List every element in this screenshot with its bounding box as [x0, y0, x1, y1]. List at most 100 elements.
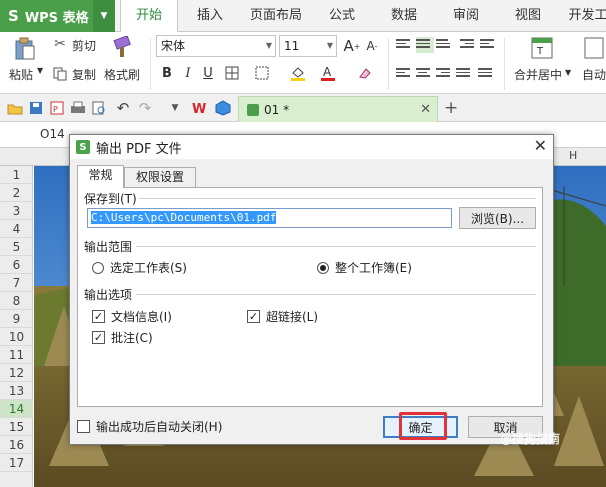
- sheet-file-icon: [247, 103, 259, 116]
- checkbox-checked[interactable]: ✓: [92, 310, 105, 323]
- paste-chevron-icon[interactable]: ▼: [37, 66, 43, 75]
- paste-icon[interactable]: [12, 36, 38, 62]
- export-pdf-icon[interactable]: P: [48, 99, 66, 117]
- add-tab-icon[interactable]: +: [444, 98, 458, 118]
- align-bottom-icon[interactable]: [436, 37, 454, 53]
- hyperlink-checkbox[interactable]: ✓ 超链接(L): [247, 308, 318, 325]
- tab-general[interactable]: 常规: [77, 165, 124, 188]
- redo-icon[interactable]: ↷: [136, 99, 154, 117]
- save-to-label: 保存到(T): [84, 190, 139, 207]
- row-number[interactable]: 3: [0, 202, 33, 220]
- row-number[interactable]: 4: [0, 220, 33, 238]
- align-top-icon[interactable]: [396, 37, 414, 53]
- close-icon[interactable]: ✕: [534, 136, 547, 155]
- clear-format-icon[interactable]: [354, 63, 374, 83]
- cell-reference[interactable]: O14: [40, 127, 65, 141]
- italic-icon[interactable]: I: [178, 63, 198, 83]
- underline-icon[interactable]: U: [198, 63, 218, 83]
- customize-chevron-icon[interactable]: ▼: [166, 99, 184, 117]
- wrap-text-icon[interactable]: [584, 36, 604, 60]
- tab-insert[interactable]: 插入: [182, 0, 238, 32]
- distributed-icon[interactable]: [478, 66, 496, 82]
- row-number[interactable]: 12: [0, 364, 33, 382]
- indent-icon[interactable]: [460, 37, 478, 53]
- align-left-icon[interactable]: [396, 66, 414, 82]
- tab-page-layout[interactable]: 页面布局: [244, 0, 308, 32]
- font-color-icon[interactable]: A: [318, 63, 338, 83]
- decrease-font-icon[interactable]: A-: [362, 36, 382, 56]
- tab-view[interactable]: 视图: [502, 0, 554, 32]
- column-label-h[interactable]: H: [569, 149, 577, 162]
- tab-permissions[interactable]: 权限设置: [124, 167, 196, 188]
- wps-w-logo-icon[interactable]: W: [190, 99, 208, 117]
- merge-center-icon[interactable]: T: [530, 36, 554, 60]
- row-number[interactable]: 9: [0, 310, 33, 328]
- undo-icon[interactable]: ↶: [114, 99, 132, 117]
- bold-icon[interactable]: B: [157, 63, 177, 83]
- cell-style-icon[interactable]: [252, 63, 272, 83]
- app-menu-button[interactable]: S WPS 表格 ▼: [0, 0, 115, 32]
- paste-button[interactable]: 粘贴: [9, 66, 33, 83]
- format-painter-button[interactable]: 格式刷: [104, 66, 140, 83]
- scissors-icon[interactable]: ✂: [52, 36, 68, 52]
- auto-wrap-button[interactable]: 自动: [582, 66, 606, 83]
- tab-developer[interactable]: 开发工: [562, 0, 606, 32]
- tab-home[interactable]: 开始: [120, 0, 178, 33]
- tab-data[interactable]: 数据: [378, 0, 430, 32]
- font-name-value: 宋体: [161, 39, 186, 53]
- row-number[interactable]: 7: [0, 274, 33, 292]
- row-number[interactable]: 8: [0, 292, 33, 310]
- document-tab[interactable]: 01 * ✕: [238, 96, 438, 122]
- range-selected-sheets-radio[interactable]: 选定工作表(S): [92, 259, 187, 276]
- save-path-input[interactable]: C:\Users\pc\Documents\01.pdf: [87, 208, 452, 228]
- increase-font-icon[interactable]: A +: [342, 36, 362, 56]
- radio-button-checked[interactable]: [317, 261, 329, 274]
- row-number[interactable]: 2: [0, 184, 33, 202]
- borders-icon[interactable]: [222, 63, 242, 83]
- cut-button[interactable]: 剪切: [72, 37, 96, 54]
- merge-center-button[interactable]: 合并居中: [514, 66, 562, 83]
- close-icon[interactable]: ✕: [420, 102, 431, 117]
- align-right-icon[interactable]: [436, 66, 454, 82]
- checkbox[interactable]: [77, 420, 90, 433]
- auto-close-checkbox[interactable]: 输出成功后自动关闭(H): [77, 418, 222, 435]
- align-center-icon[interactable]: [416, 66, 434, 82]
- dialog-title-bar[interactable]: S 输出 PDF 文件 ✕: [70, 135, 553, 159]
- range-whole-workbook-radio[interactable]: 整个工作簿(E): [317, 259, 412, 276]
- font-name-select[interactable]: 宋体 ▼: [156, 35, 276, 57]
- row-number[interactable]: 15: [0, 418, 33, 436]
- ok-button[interactable]: 确定: [383, 416, 458, 438]
- print-preview-icon[interactable]: [90, 99, 108, 117]
- cube-icon[interactable]: [214, 99, 232, 117]
- save-icon[interactable]: [27, 99, 45, 117]
- comments-checkbox[interactable]: ✓ 批注(C): [92, 329, 153, 346]
- tab-review[interactable]: 审阅: [440, 0, 492, 32]
- font-size-select[interactable]: 11 ▼: [279, 35, 337, 57]
- row-number[interactable]: 17: [0, 454, 33, 472]
- row-number[interactable]: 10: [0, 328, 33, 346]
- row-number[interactable]: 6: [0, 256, 33, 274]
- outdent-icon[interactable]: [480, 37, 498, 53]
- radio-button[interactable]: [92, 261, 104, 274]
- doc-info-checkbox[interactable]: ✓ 文档信息(I): [92, 308, 172, 325]
- copy-icon[interactable]: [52, 66, 68, 82]
- folder-icon[interactable]: [6, 99, 24, 117]
- browse-button[interactable]: 浏览(B)...: [459, 207, 536, 229]
- align-middle-icon[interactable]: [416, 37, 434, 53]
- fill-color-icon[interactable]: [288, 63, 308, 83]
- format-painter-icon[interactable]: [110, 36, 134, 60]
- row-number[interactable]: 11: [0, 346, 33, 364]
- checkbox-checked[interactable]: ✓: [92, 331, 105, 344]
- row-number[interactable]: 16: [0, 436, 33, 454]
- checkbox-checked[interactable]: ✓: [247, 310, 260, 323]
- row-number[interactable]: 1: [0, 166, 33, 184]
- chevron-down-icon[interactable]: ▼: [93, 0, 115, 32]
- tab-formula[interactable]: 公式: [316, 0, 368, 32]
- justify-icon[interactable]: [456, 66, 474, 82]
- print-icon[interactable]: [69, 99, 87, 117]
- chevron-down-icon[interactable]: ▼: [565, 68, 571, 77]
- row-number[interactable]: 13: [0, 382, 33, 400]
- row-number[interactable]: 5: [0, 238, 33, 256]
- row-number-selected[interactable]: 14: [0, 400, 33, 418]
- copy-button[interactable]: 复制: [72, 66, 96, 83]
